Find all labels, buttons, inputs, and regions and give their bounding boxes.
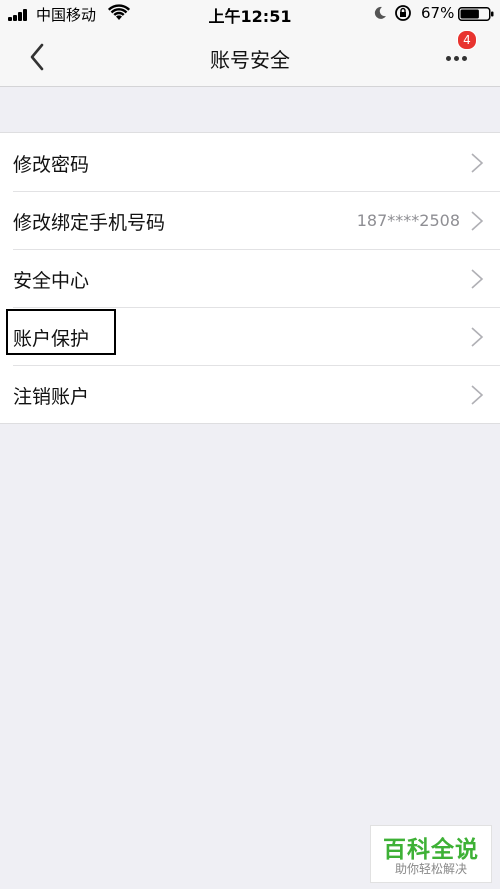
chevron-right-icon <box>471 153 484 173</box>
menu-item-label: 修改密码 <box>13 154 90 176</box>
watermark-subtitle: 助你轻松解决 <box>394 862 467 876</box>
menu-item-change-password[interactable]: 修改密码 <box>0 133 500 191</box>
menu-item-account-protection[interactable]: 账户保护 <box>0 307 500 365</box>
watermark-logo: 百科全说 助你轻松解决 <box>370 825 492 883</box>
battery-icon <box>458 7 494 21</box>
page-title: 账号安全 <box>210 48 290 72</box>
settings-list: 修改密码 修改绑定手机号码 187****2508 安全中心 账户保护 注销账户 <box>0 132 500 424</box>
menu-item-security-center[interactable]: 安全中心 <box>0 249 500 307</box>
status-bar: 中国移动 上午12:51 67% <box>0 0 500 28</box>
chevron-right-icon <box>471 385 484 405</box>
notification-badge: 4 <box>457 30 477 50</box>
navigation-bar: 账号安全 4 <box>0 28 500 87</box>
chevron-right-icon <box>471 211 484 231</box>
phone-number-value: 187****2508 <box>356 211 460 230</box>
battery-percent: 67% <box>421 4 455 22</box>
more-button[interactable]: 4 <box>440 30 480 76</box>
menu-item-change-phone[interactable]: 修改绑定手机号码 187****2508 <box>0 191 500 249</box>
menu-item-label: 安全中心 <box>13 270 90 292</box>
watermark-title: 百科全说 <box>383 837 479 863</box>
menu-item-delete-account[interactable]: 注销账户 <box>0 365 500 423</box>
menu-item-label: 修改绑定手机号码 <box>13 212 166 234</box>
chevron-right-icon <box>471 327 484 347</box>
rotation-lock-icon <box>395 5 411 21</box>
moon-icon <box>374 6 386 19</box>
chevron-right-icon <box>471 269 484 289</box>
menu-item-label: 账户保护 <box>13 328 90 350</box>
menu-item-label: 注销账户 <box>13 386 90 408</box>
